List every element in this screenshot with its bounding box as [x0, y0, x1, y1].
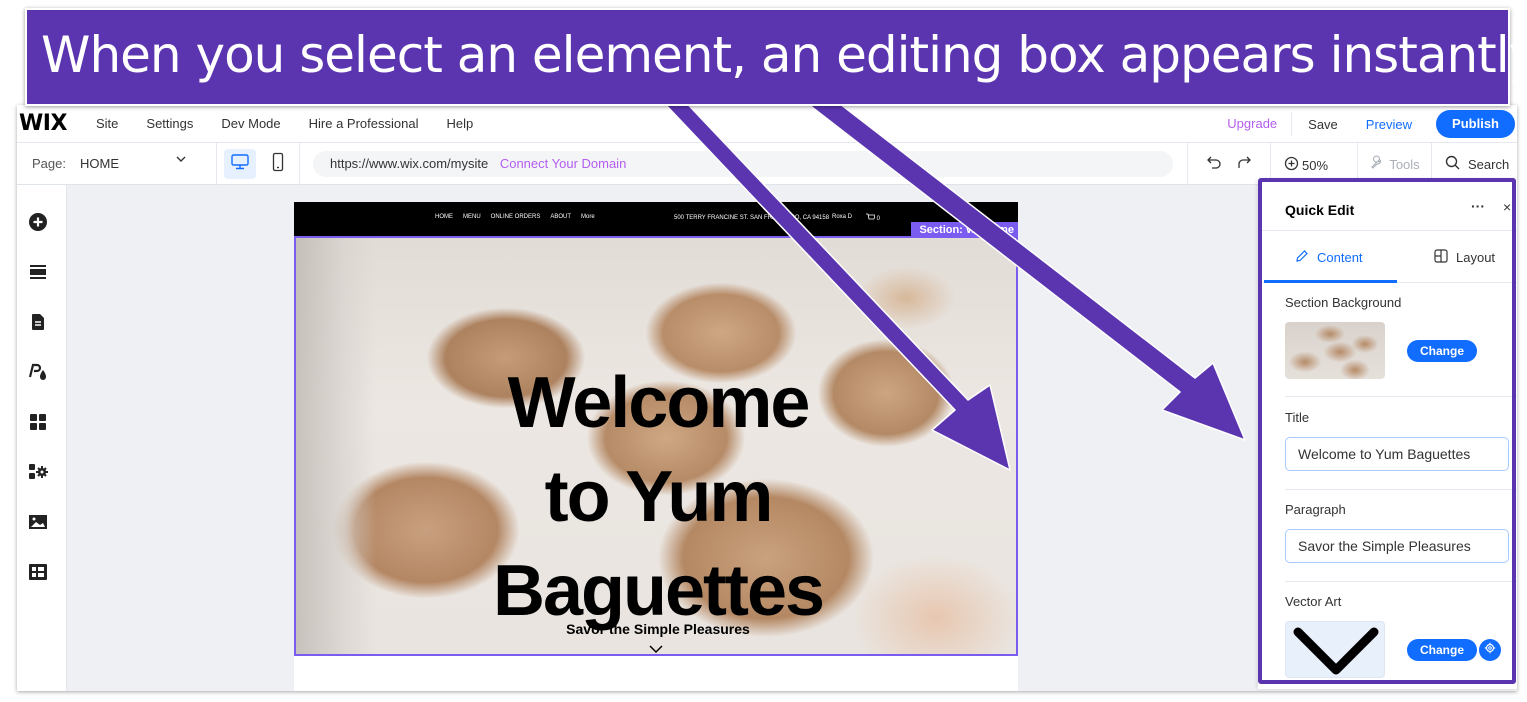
- gear-icon: [1484, 641, 1496, 659]
- theme-icon[interactable]: [28, 362, 48, 382]
- undo-icon[interactable]: [1206, 154, 1222, 175]
- divider: [1285, 489, 1517, 490]
- title-label: Title: [1285, 410, 1310, 425]
- wix-editor-window: WIX Site Settings Dev Mode Hire a Profes…: [17, 105, 1517, 691]
- menu-settings[interactable]: Settings: [146, 116, 193, 131]
- zoom-level: 50%: [1302, 157, 1329, 173]
- menu-dev-mode[interactable]: Dev Mode: [221, 116, 280, 131]
- cms-table-icon[interactable]: [28, 562, 48, 582]
- preview-button[interactable]: Preview: [1354, 117, 1424, 132]
- site-user-name[interactable]: Roxa D: [832, 214, 852, 220]
- search-label: Search: [1468, 156, 1510, 172]
- site-address: 500 TERRY FRANCINE ST. SAN FRANCISCO, CA…: [674, 215, 830, 221]
- upgrade-link[interactable]: Upgrade: [1213, 112, 1293, 136]
- pages-icon[interactable]: [28, 312, 48, 332]
- quick-edit-tabs: Content Layout: [1258, 231, 1517, 283]
- mobile-icon: [271, 152, 285, 177]
- site-nav-more[interactable]: More: [581, 214, 595, 220]
- site-url: https://www.wix.com/mysite: [330, 156, 489, 171]
- close-icon[interactable]: ×: [1503, 199, 1511, 215]
- site-nav-online-orders[interactable]: ONLINE ORDERS: [491, 214, 541, 220]
- section-background-thumbnail[interactable]: [1285, 322, 1385, 379]
- layout-icon: [1434, 249, 1448, 266]
- add-icon[interactable]: [28, 212, 48, 232]
- site-preview: HOME MENU ONLINE ORDERS ABOUT More 500 T…: [294, 202, 1018, 691]
- tab-content-label: Content: [1317, 250, 1363, 265]
- menu-hire-professional[interactable]: Hire a Professional: [309, 116, 419, 131]
- site-nav-about[interactable]: ABOUT: [550, 214, 571, 220]
- page-label: Page:: [32, 156, 66, 171]
- hero-title-line: Welcome: [507, 363, 811, 443]
- vector-art-thumbnail[interactable]: [1285, 621, 1385, 678]
- quick-edit-header: Quick Edit ··· ×: [1258, 179, 1517, 231]
- top-menu: Site Settings Dev Mode Hire a Profession…: [96, 116, 501, 131]
- wix-logo: WIX: [19, 111, 67, 136]
- title-input[interactable]: Welcome to Yum Baguettes: [1285, 437, 1509, 471]
- desktop-icon: [230, 153, 250, 176]
- publish-button[interactable]: Publish: [1436, 110, 1515, 138]
- tools-label: Tools: [1389, 156, 1420, 172]
- mobile-view-button[interactable]: [262, 149, 294, 179]
- redo-icon[interactable]: [1236, 154, 1252, 175]
- top-actions: Upgrade Save Preview Publish: [1213, 105, 1517, 143]
- site-header[interactable]: HOME MENU ONLINE ORDERS ABOUT More 500 T…: [294, 202, 1018, 238]
- cart-count: 0: [876, 216, 881, 222]
- quick-edit-panel: Quick Edit ··· × Content Layout Section …: [1258, 179, 1517, 689]
- vector-art-label: Vector Art: [1285, 594, 1342, 609]
- section-background-label: Section Background: [1285, 295, 1402, 310]
- tab-layout-label: Layout: [1456, 250, 1496, 265]
- caption-text: When you select an element, an editing b…: [41, 26, 1527, 84]
- search-icon: [1445, 155, 1460, 173]
- zoom-control[interactable]: 50%: [1284, 156, 1328, 174]
- paragraph-input[interactable]: Savor the Simple Pleasures: [1285, 529, 1509, 563]
- divider: [1285, 581, 1517, 582]
- left-tool-rail: [17, 185, 67, 691]
- change-vector-art-button[interactable]: Change: [1407, 639, 1478, 661]
- menu-help[interactable]: Help: [446, 116, 473, 131]
- wrench-icon: [1369, 155, 1384, 173]
- hero-title-line: to Yum: [544, 457, 774, 537]
- tab-content[interactable]: Content: [1295, 249, 1363, 266]
- hero-section-selected[interactable]: Welcome to Yum Baguettes Savor the Simpl…: [294, 236, 1018, 656]
- more-options-icon[interactable]: ···: [1471, 198, 1485, 214]
- tab-layout[interactable]: Layout: [1434, 249, 1495, 266]
- change-background-button[interactable]: Change: [1407, 340, 1478, 362]
- settings-button[interactable]: [1479, 639, 1501, 661]
- divider: [1285, 396, 1517, 397]
- page-selector[interactable]: Page: HOME: [17, 143, 217, 185]
- page-value: HOME: [80, 156, 119, 171]
- chevron-down-icon: [175, 153, 187, 168]
- desktop-view-button[interactable]: [224, 149, 256, 179]
- quick-edit-title: Quick Edit: [1285, 202, 1355, 218]
- search-button[interactable]: Search: [1445, 155, 1509, 173]
- site-nav-menu[interactable]: MENU: [463, 214, 481, 220]
- active-tab-indicator: [1264, 280, 1397, 283]
- site-url-bar: https://www.wix.com/mysite Connect Your …: [313, 151, 1173, 177]
- menu-site[interactable]: Site: [96, 116, 118, 131]
- cart-icon: [866, 213, 877, 222]
- hero-title[interactable]: Welcome to Yum Baguettes: [296, 356, 1016, 638]
- hero-subtitle[interactable]: Savor the Simple Pleasures: [296, 621, 1016, 637]
- save-button[interactable]: Save: [1292, 117, 1354, 132]
- sections-icon[interactable]: [28, 262, 48, 282]
- paragraph-label: Paragraph: [1285, 502, 1346, 517]
- top-bar: WIX Site Settings Dev Mode Hire a Profes…: [17, 105, 1517, 143]
- caption-banner: When you select an element, an editing b…: [25, 8, 1527, 106]
- apps-icon[interactable]: [28, 412, 48, 432]
- site-nav-home[interactable]: HOME: [435, 214, 453, 220]
- divider: [299, 143, 300, 185]
- connect-domain-link[interactable]: Connect Your Domain: [500, 156, 626, 171]
- media-icon[interactable]: [28, 512, 48, 532]
- business-apps-icon[interactable]: [28, 462, 48, 482]
- pencil-icon: [1295, 249, 1309, 266]
- site-nav: HOME MENU ONLINE ORDERS ABOUT More: [435, 214, 595, 220]
- scroll-down-icon[interactable]: [649, 641, 663, 654]
- screenshot-stage: WIX Site Settings Dev Mode Hire a Profes…: [0, 0, 1527, 702]
- zoom-in-icon: [1284, 156, 1299, 174]
- site-cart[interactable]: 0: [866, 213, 880, 222]
